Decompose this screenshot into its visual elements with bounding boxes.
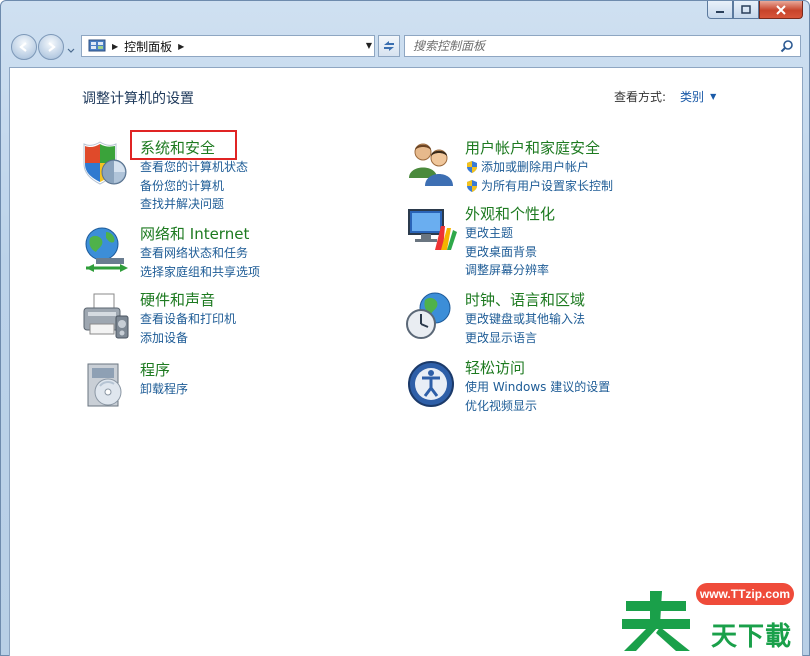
category-programs: 程序 卸载程序 bbox=[80, 360, 188, 412]
highlight-box bbox=[130, 130, 237, 160]
watermark: www.TTzip.com 天下載 bbox=[620, 583, 796, 653]
watermark-text: 天下載 bbox=[710, 622, 792, 652]
link-change-keyboard-input[interactable]: 更改键盘或其他输入法 bbox=[465, 310, 585, 329]
close-icon bbox=[776, 4, 786, 15]
chevron-down-icon bbox=[67, 48, 75, 53]
back-button[interactable] bbox=[11, 34, 37, 60]
maximize-icon bbox=[741, 5, 751, 14]
link-uninstall-program[interactable]: 卸载程序 bbox=[140, 380, 188, 399]
search-icon[interactable] bbox=[780, 39, 794, 53]
uac-shield-icon bbox=[467, 179, 477, 192]
category-network: 网络和 Internet 查看网络状态和任务 选择家庭组和共享选项 bbox=[80, 224, 260, 281]
close-button[interactable] bbox=[759, 1, 803, 19]
link-add-remove-user[interactable]: 添加或删除用户帐户 bbox=[465, 158, 613, 177]
minimize-icon bbox=[716, 10, 724, 13]
view-by-dropdown[interactable]: 类别 bbox=[680, 88, 704, 105]
view-by-control: 查看方式: 类别 ▼ bbox=[614, 88, 716, 105]
link-change-desktop-background[interactable]: 更改桌面背景 bbox=[465, 243, 555, 262]
minimize-button[interactable] bbox=[707, 1, 733, 19]
search-field[interactable] bbox=[404, 35, 801, 57]
category-title-programs[interactable]: 程序 bbox=[140, 360, 188, 380]
link-homegroup-sharing[interactable]: 选择家庭组和共享选项 bbox=[140, 263, 260, 282]
breadcrumb-separator-icon[interactable]: ▶ bbox=[178, 42, 184, 51]
clock-globe-icon[interactable] bbox=[405, 290, 457, 342]
category-title-network[interactable]: 网络和 Internet bbox=[140, 224, 260, 244]
refresh-icon bbox=[384, 41, 394, 51]
address-dropdown-icon[interactable]: ▼ bbox=[366, 41, 372, 50]
link-view-network-status[interactable]: 查看网络状态和任务 bbox=[140, 244, 260, 263]
forward-button[interactable] bbox=[38, 34, 64, 60]
ease-of-access-icon[interactable] bbox=[405, 358, 457, 410]
link-optimize-video-display[interactable]: 优化视频显示 bbox=[465, 397, 610, 416]
link-backup-computer[interactable]: 备份您的计算机 bbox=[140, 177, 248, 196]
globe-network-icon[interactable] bbox=[80, 224, 132, 276]
watermark-logo-icon bbox=[622, 591, 690, 651]
page-title: 调整计算机的设置 bbox=[82, 91, 194, 107]
users-icon[interactable] bbox=[405, 138, 457, 190]
control-panel-window: ▶ 控制面板 ▶ ▼ 调整计算机的设置 查看方式: 类别 ▼ bbox=[0, 0, 810, 656]
category-title-user-accounts[interactable]: 用户帐户和家庭安全 bbox=[465, 138, 613, 158]
monitor-paint-icon[interactable] bbox=[405, 204, 457, 256]
link-change-display-language[interactable]: 更改显示语言 bbox=[465, 329, 585, 348]
watermark-url: www.TTzip.com bbox=[696, 583, 794, 605]
arrow-right-icon bbox=[48, 42, 56, 52]
link-add-remove-user-label[interactable]: 添加或删除用户帐户 bbox=[481, 158, 589, 177]
content-pane: 调整计算机的设置 查看方式: 类别 ▼ 系统和安全 查看您的计算机状态 备份您的… bbox=[9, 67, 803, 656]
link-add-device[interactable]: 添加设备 bbox=[140, 329, 236, 348]
shield-icon[interactable] bbox=[80, 138, 132, 190]
link-troubleshoot[interactable]: 查找并解决问题 bbox=[140, 195, 248, 214]
programs-icon[interactable] bbox=[80, 360, 132, 412]
breadcrumb-separator-icon[interactable]: ▶ bbox=[112, 42, 118, 51]
address-bar[interactable]: ▶ 控制面板 ▶ ▼ bbox=[81, 35, 375, 57]
category-appearance: 外观和个性化 更改主题 更改桌面背景 调整屏幕分辨率 bbox=[405, 204, 555, 280]
caret-down-icon[interactable]: ▼ bbox=[710, 92, 716, 101]
caption-buttons bbox=[707, 1, 803, 21]
link-parental-controls[interactable]: 为所有用户设置家长控制 bbox=[465, 177, 613, 196]
control-panel-icon bbox=[88, 39, 106, 52]
category-ease-of-access: 轻松访问 使用 Windows 建议的设置 优化视频显示 bbox=[405, 358, 610, 415]
search-input[interactable] bbox=[405, 36, 761, 56]
link-parental-controls-label[interactable]: 为所有用户设置家长控制 bbox=[481, 177, 613, 196]
category-clock-region: 时钟、语言和区域 更改键盘或其他输入法 更改显示语言 bbox=[405, 290, 585, 347]
category-title-ease-of-access[interactable]: 轻松访问 bbox=[465, 358, 610, 378]
recent-pages-dropdown[interactable] bbox=[67, 43, 75, 57]
category-user-accounts: 用户帐户和家庭安全 添加或删除用户帐户 为所有用户设置家长控制 bbox=[405, 138, 613, 195]
maximize-button[interactable] bbox=[733, 1, 759, 19]
uac-shield-icon bbox=[467, 161, 477, 174]
view-by-label: 查看方式: bbox=[614, 90, 667, 104]
category-title-hardware[interactable]: 硬件和声音 bbox=[140, 290, 236, 310]
link-windows-recommended-settings[interactable]: 使用 Windows 建议的设置 bbox=[465, 378, 610, 397]
refresh-button[interactable] bbox=[378, 35, 400, 57]
link-adjust-resolution[interactable]: 调整屏幕分辨率 bbox=[465, 261, 555, 280]
printer-icon[interactable] bbox=[80, 290, 132, 342]
breadcrumb-control-panel[interactable]: 控制面板 bbox=[124, 38, 172, 55]
arrow-left-icon bbox=[19, 42, 27, 52]
category-title-clock-region[interactable]: 时钟、语言和区域 bbox=[465, 290, 585, 310]
category-title-appearance[interactable]: 外观和个性化 bbox=[465, 204, 555, 224]
link-view-computer-status[interactable]: 查看您的计算机状态 bbox=[140, 158, 248, 177]
navigation-bar: ▶ 控制面板 ▶ ▼ bbox=[9, 31, 801, 61]
category-hardware: 硬件和声音 查看设备和打印机 添加设备 bbox=[80, 290, 236, 347]
link-devices-printers[interactable]: 查看设备和打印机 bbox=[140, 310, 236, 329]
link-change-theme[interactable]: 更改主题 bbox=[465, 224, 555, 243]
